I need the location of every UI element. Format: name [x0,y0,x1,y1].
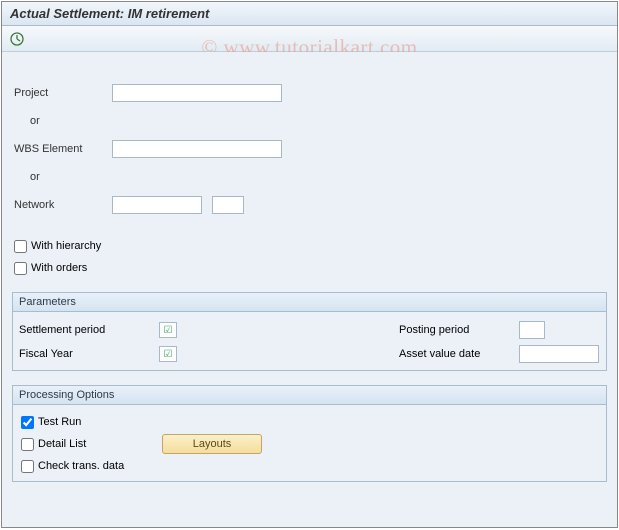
content-area: Project or WBS Element or Network With h… [2,52,617,527]
test-run-label: Test Run [38,416,81,428]
check-trans-checkbox[interactable] [21,460,34,473]
processing-options-title: Processing Options [13,386,606,405]
parameters-group-title: Parameters [13,293,606,312]
network-input[interactable] [112,196,202,214]
test-run-checkbox[interactable] [21,416,34,429]
page-title: Actual Settlement: IM retirement [2,2,617,26]
fiscal-year-label: Fiscal Year [19,348,159,360]
or-label-1: or [12,115,112,127]
with-orders-label: With orders [31,262,87,274]
check-trans-label: Check trans. data [38,460,124,472]
posting-period-input[interactable] [519,321,545,339]
network-activity-input[interactable] [212,196,244,214]
posting-period-label: Posting period [399,324,519,336]
layouts-button[interactable]: Layouts [162,434,262,454]
processing-options-group: Processing Options Test Run Detail List … [12,385,607,482]
detail-list-label: Detail List [38,438,118,450]
application-toolbar [2,26,617,52]
execute-icon[interactable] [8,30,26,48]
with-orders-checkbox[interactable] [14,262,27,275]
asset-value-date-label: Asset value date [399,348,519,360]
detail-list-checkbox[interactable] [21,438,34,451]
settlement-period-label: Settlement period [19,324,159,336]
wbs-input[interactable] [112,140,282,158]
project-input[interactable] [112,84,282,102]
wbs-label: WBS Element [12,143,112,155]
with-hierarchy-label: With hierarchy [31,240,101,252]
network-label: Network [12,199,112,211]
asset-value-date-input[interactable] [519,345,599,363]
with-hierarchy-checkbox[interactable] [14,240,27,253]
project-label: Project [12,87,112,99]
settlement-period-input[interactable]: ☑ [159,322,177,338]
sap-window: Actual Settlement: IM retirement © www.t… [1,1,618,528]
or-label-2: or [12,171,112,183]
parameters-group: Parameters Settlement period ☑ Posting p… [12,292,607,371]
fiscal-year-input[interactable]: ☑ [159,346,177,362]
